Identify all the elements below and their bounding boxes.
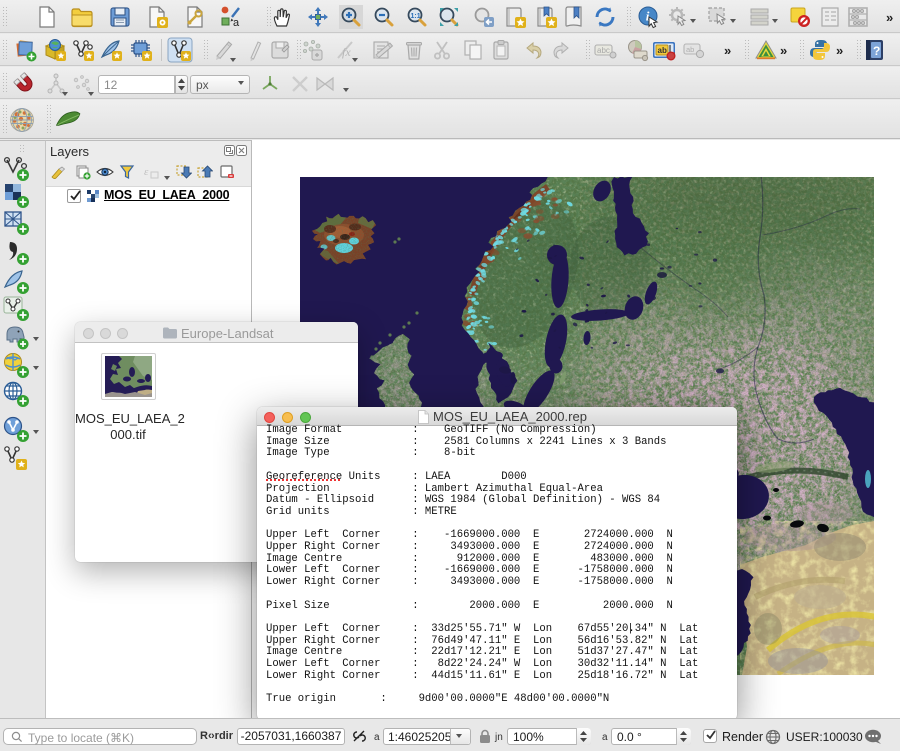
svg-text:abc: abc bbox=[597, 46, 610, 55]
svg-text:a: a bbox=[233, 17, 240, 29]
svg-text:ab: ab bbox=[658, 46, 667, 55]
svg-text:»: » bbox=[836, 43, 843, 58]
svg-text:?: ? bbox=[873, 44, 880, 58]
svg-text:1:1: 1:1 bbox=[411, 13, 421, 20]
svg-text:ab: ab bbox=[686, 45, 694, 54]
svg-text:fx: fx bbox=[342, 45, 351, 59]
svg-text:»: » bbox=[886, 10, 893, 25]
svg-text:ε: ε bbox=[144, 166, 149, 178]
svg-text:»: » bbox=[780, 43, 787, 58]
svg-text:»: » bbox=[724, 43, 731, 58]
